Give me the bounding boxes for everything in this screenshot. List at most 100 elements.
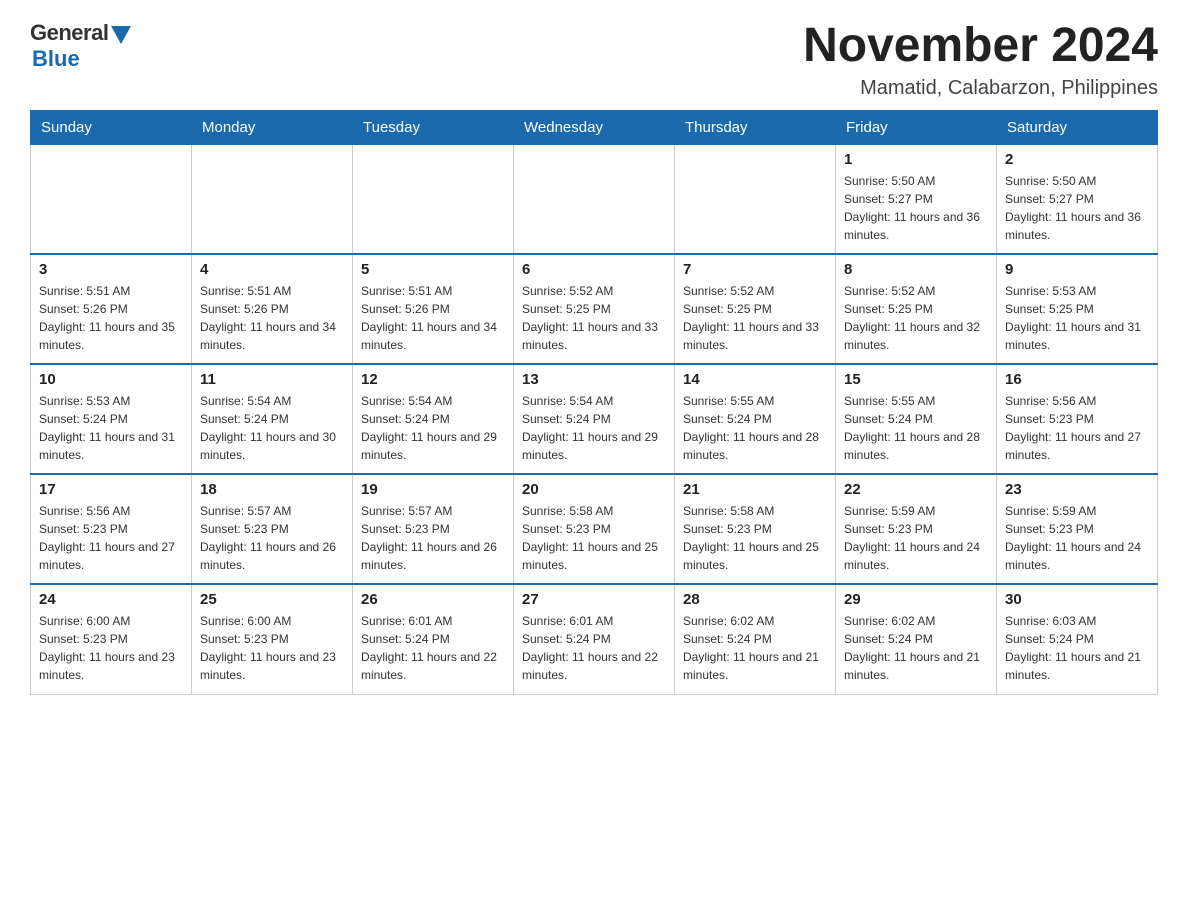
calendar-cell: 27Sunrise: 6:01 AM Sunset: 5:24 PM Dayli…	[514, 584, 675, 694]
day-number: 24	[39, 591, 183, 608]
day-number: 29	[844, 591, 988, 608]
calendar-cell: 10 Sunrise: 5:53 AM Sunset: 5:24 PM Dayli…	[31, 364, 192, 474]
calendar-cell: 13 Sunrise: 5:54 AM Sunset: 5:24 PM Dayli…	[514, 364, 675, 474]
logo-triangle-icon	[111, 26, 131, 44]
calendar-cell: 28 Sunrise: 6:02 AM Sunset: 5:24 PM Dayli…	[675, 584, 836, 694]
day-number: 3	[39, 261, 183, 278]
day-info: Sunrise: 6:01 AM Sunset: 5:24 PM Dayligh…	[361, 612, 505, 684]
day-info: Sunrise: 5:59 AM Sunset: 5:23 PM Dayligh…	[844, 502, 988, 574]
day-info: Sunrise: 5:52 AM Sunset: 5:25 PM Dayligh…	[844, 282, 988, 354]
calendar-cell: 16Sunrise: 5:56 AM Sunset: 5:23 PM Dayli…	[997, 364, 1158, 474]
calendar-cell: 8 Sunrise: 5:52 AM Sunset: 5:25 PM Daylig…	[836, 254, 997, 364]
calendar-header-wednesday: Wednesday	[514, 110, 675, 144]
day-info: Sunrise: 5:50 AM Sunset: 5:27 PM Dayligh…	[844, 172, 988, 244]
calendar-header-thursday: Thursday	[675, 110, 836, 144]
day-info: Sunrise: 6:02 AM Sunset: 5:24 PM Dayligh…	[844, 612, 988, 684]
calendar-week-row-4: 17 Sunrise: 5:56 AM Sunset: 5:23 PM Dayli…	[31, 474, 1158, 584]
day-info: Sunrise: 6:00 AM Sunset: 5:23 PM Dayligh…	[39, 612, 183, 684]
calendar-cell: 26 Sunrise: 6:01 AM Sunset: 5:24 PM Dayli…	[353, 584, 514, 694]
calendar-cell: 12 Sunrise: 5:54 AM Sunset: 5:24 PM Dayli…	[353, 364, 514, 474]
subtitle: Mamatid, Calabarzon, Philippines	[803, 77, 1158, 100]
day-info: Sunrise: 6:02 AM Sunset: 5:24 PM Dayligh…	[683, 612, 827, 684]
day-number: 23	[1005, 481, 1149, 498]
calendar-cell	[514, 144, 675, 254]
calendar-cell: 22Sunrise: 5:59 AM Sunset: 5:23 PM Dayli…	[836, 474, 997, 584]
day-number: 20	[522, 481, 666, 498]
calendar-cell: 17 Sunrise: 5:56 AM Sunset: 5:23 PM Dayli…	[31, 474, 192, 584]
day-info: Sunrise: 5:52 AM Sunset: 5:25 PM Dayligh…	[522, 282, 666, 354]
day-number: 10	[39, 371, 183, 388]
calendar-header-saturday: Saturday	[997, 110, 1158, 144]
calendar-cell: 18 Sunrise: 5:57 AM Sunset: 5:23 PM Dayli…	[192, 474, 353, 584]
calendar-header-row: SundayMondayTuesdayWednesdayThursdayFrid…	[31, 110, 1158, 144]
calendar-cell	[192, 144, 353, 254]
day-number: 28	[683, 591, 827, 608]
calendar-cell: 23 Sunrise: 5:59 AM Sunset: 5:23 PM Dayli…	[997, 474, 1158, 584]
day-number: 7	[683, 261, 827, 278]
day-number: 19	[361, 481, 505, 498]
day-number: 4	[200, 261, 344, 278]
main-title: November 2024	[803, 20, 1158, 73]
day-number: 30	[1005, 591, 1149, 608]
day-number: 9	[1005, 261, 1149, 278]
day-info: Sunrise: 5:55 AM Sunset: 5:24 PM Dayligh…	[844, 392, 988, 464]
day-number: 5	[361, 261, 505, 278]
day-number: 17	[39, 481, 183, 498]
day-number: 27	[522, 591, 666, 608]
day-number: 8	[844, 261, 988, 278]
calendar-cell: 19 Sunrise: 5:57 AM Sunset: 5:23 PM Dayli…	[353, 474, 514, 584]
calendar-cell	[675, 144, 836, 254]
day-number: 12	[361, 371, 505, 388]
calendar-cell: 20 Sunrise: 5:58 AM Sunset: 5:23 PM Dayli…	[514, 474, 675, 584]
day-info: Sunrise: 5:55 AM Sunset: 5:24 PM Dayligh…	[683, 392, 827, 464]
calendar-week-row-3: 10 Sunrise: 5:53 AM Sunset: 5:24 PM Dayli…	[31, 364, 1158, 474]
day-number: 25	[200, 591, 344, 608]
calendar-cell: 2Sunrise: 5:50 AM Sunset: 5:27 PM Daylig…	[997, 144, 1158, 254]
day-info: Sunrise: 6:03 AM Sunset: 5:24 PM Dayligh…	[1005, 612, 1149, 684]
calendar-cell: 4Sunrise: 5:51 AM Sunset: 5:26 PM Daylig…	[192, 254, 353, 364]
day-number: 18	[200, 481, 344, 498]
calendar-cell: 15Sunrise: 5:55 AM Sunset: 5:24 PM Dayli…	[836, 364, 997, 474]
day-number: 26	[361, 591, 505, 608]
day-info: Sunrise: 5:53 AM Sunset: 5:25 PM Dayligh…	[1005, 282, 1149, 354]
day-info: Sunrise: 5:54 AM Sunset: 5:24 PM Dayligh…	[522, 392, 666, 464]
calendar-cell: 1 Sunrise: 5:50 AM Sunset: 5:27 PM Daylig…	[836, 144, 997, 254]
day-info: Sunrise: 5:57 AM Sunset: 5:23 PM Dayligh…	[200, 502, 344, 574]
day-number: 14	[683, 371, 827, 388]
day-info: Sunrise: 6:00 AM Sunset: 5:23 PM Dayligh…	[200, 612, 344, 684]
calendar-header-monday: Monday	[192, 110, 353, 144]
day-info: Sunrise: 5:54 AM Sunset: 5:24 PM Dayligh…	[361, 392, 505, 464]
calendar-cell: 30 Sunrise: 6:03 AM Sunset: 5:24 PM Dayli…	[997, 584, 1158, 694]
day-number: 13	[522, 371, 666, 388]
logo-general-text: General	[30, 20, 108, 46]
day-number: 1	[844, 151, 988, 168]
calendar-cell: 21 Sunrise: 5:58 AM Sunset: 5:23 PM Dayli…	[675, 474, 836, 584]
calendar-cell: 14 Sunrise: 5:55 AM Sunset: 5:24 PM Dayli…	[675, 364, 836, 474]
day-info: Sunrise: 5:56 AM Sunset: 5:23 PM Dayligh…	[39, 502, 183, 574]
day-info: Sunrise: 5:57 AM Sunset: 5:23 PM Dayligh…	[361, 502, 505, 574]
calendar-cell: 3 Sunrise: 5:51 AM Sunset: 5:26 PM Daylig…	[31, 254, 192, 364]
day-info: Sunrise: 5:51 AM Sunset: 5:26 PM Dayligh…	[39, 282, 183, 354]
calendar-table: SundayMondayTuesdayWednesdayThursdayFrid…	[30, 110, 1158, 695]
day-number: 21	[683, 481, 827, 498]
calendar-cell: 7 Sunrise: 5:52 AM Sunset: 5:25 PM Daylig…	[675, 254, 836, 364]
day-number: 11	[200, 371, 344, 388]
day-info: Sunrise: 5:53 AM Sunset: 5:24 PM Dayligh…	[39, 392, 183, 464]
calendar-cell: 11 Sunrise: 5:54 AM Sunset: 5:24 PM Dayli…	[192, 364, 353, 474]
calendar-cell: 25 Sunrise: 6:00 AM Sunset: 5:23 PM Dayli…	[192, 584, 353, 694]
calendar-cell: 6Sunrise: 5:52 AM Sunset: 5:25 PM Daylig…	[514, 254, 675, 364]
title-section: November 2024 Mamatid, Calabarzon, Phili…	[803, 20, 1158, 100]
day-info: Sunrise: 5:59 AM Sunset: 5:23 PM Dayligh…	[1005, 502, 1149, 574]
logo: General Blue	[30, 20, 131, 72]
day-info: Sunrise: 5:52 AM Sunset: 5:25 PM Dayligh…	[683, 282, 827, 354]
logo-blue-text: Blue	[32, 46, 80, 72]
day-info: Sunrise: 5:58 AM Sunset: 5:23 PM Dayligh…	[522, 502, 666, 574]
calendar-header-friday: Friday	[836, 110, 997, 144]
day-number: 2	[1005, 151, 1149, 168]
calendar-cell	[353, 144, 514, 254]
day-info: Sunrise: 5:56 AM Sunset: 5:23 PM Dayligh…	[1005, 392, 1149, 464]
calendar-cell: 9 Sunrise: 5:53 AM Sunset: 5:25 PM Daylig…	[997, 254, 1158, 364]
calendar-week-row-5: 24 Sunrise: 6:00 AM Sunset: 5:23 PM Dayli…	[31, 584, 1158, 694]
day-info: Sunrise: 5:54 AM Sunset: 5:24 PM Dayligh…	[200, 392, 344, 464]
day-info: Sunrise: 5:58 AM Sunset: 5:23 PM Dayligh…	[683, 502, 827, 574]
